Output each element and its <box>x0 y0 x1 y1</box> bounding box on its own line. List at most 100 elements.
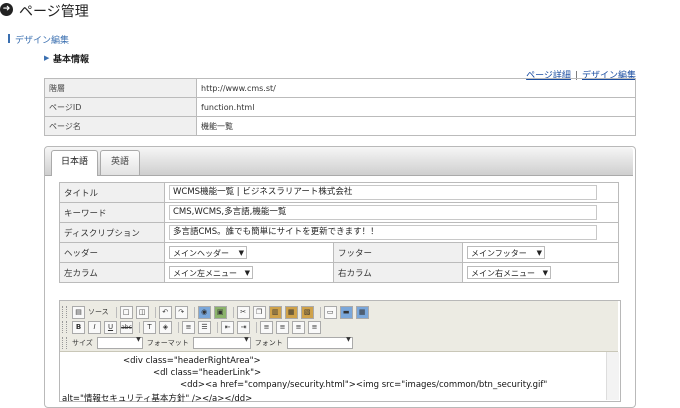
chevron-down-icon: ▼ <box>238 249 244 257</box>
bulleted-list-icon[interactable]: ☰ <box>198 320 211 334</box>
text-color-icon[interactable]: T <box>143 320 156 334</box>
bold-icon[interactable]: B <box>72 320 85 334</box>
page-name-value: 機能一覧 <box>196 116 636 136</box>
chevron-down-icon: ▼ <box>542 269 548 277</box>
table-row: ページ名 機能一覧 <box>44 116 636 136</box>
show-blocks-icon[interactable]: ▬ <box>339 305 353 319</box>
toolbar-divider <box>319 306 321 318</box>
page-settings-form: タイトル WCMS機能一覧 | ビジネスラリアート株式会社 キーワード CMS,… <box>59 182 619 283</box>
paste-icon[interactable]: ▥ <box>268 305 282 319</box>
image-icon[interactable]: ▣ <box>213 305 227 319</box>
outdent-icon[interactable]: ⇤ <box>221 320 234 334</box>
indent-icon[interactable]: ⇥ <box>237 320 250 334</box>
align-right-icon[interactable]: ≡ <box>292 320 305 334</box>
align-left-icon[interactable]: ≡ <box>260 320 273 334</box>
toolbar-divider <box>193 306 195 318</box>
size-label: サイズ <box>72 339 93 347</box>
toolbar-grip[interactable] <box>62 306 67 318</box>
toolbar-divider <box>178 321 179 333</box>
chevron-down-icon: ▼ <box>244 336 249 343</box>
tab-english[interactable]: 英語 <box>100 150 140 175</box>
format-select[interactable]: ▼ <box>192 336 251 349</box>
page-id-value: function.html <box>196 97 636 117</box>
toolbar-divider <box>232 306 234 318</box>
page-name-label: ページ名 <box>44 116 197 136</box>
left-column-label: 左カラム <box>59 262 165 283</box>
format-label: フォーマット <box>146 339 189 347</box>
table-row: 階層 http://www.cms.st/ <box>44 78 636 98</box>
undo-icon[interactable]: ↶ <box>158 305 172 319</box>
toolbar-divider <box>217 321 218 333</box>
right-column-select-value: メイン右メニュー <box>471 269 535 278</box>
code-line: <div class="headerRightArea"> <box>123 356 261 366</box>
subsection-title: 基本情報 <box>53 55 90 65</box>
toolbar-row: ▤ ソース □ ◫ ↶ ↷ ◉ ▣ ✂ ❐ ▥ ▦ ▧ ▭ ▬ ▦ <box>72 305 372 319</box>
description-label: ディスクリプション <box>59 222 165 243</box>
tab-japanese[interactable]: 日本語 <box>51 150 98 176</box>
copy-icon[interactable]: ❐ <box>252 305 266 319</box>
toolbar-divider <box>139 321 140 333</box>
chevron-down-icon: ▼ <box>346 336 351 343</box>
chevron-down-icon: ▼ <box>244 269 250 277</box>
new-page-icon[interactable]: □ <box>119 305 133 319</box>
strikethrough-icon[interactable]: abc <box>120 320 133 334</box>
code-line: <dl class="headerLink"> <box>153 368 262 378</box>
maximize-icon[interactable]: ▭ <box>323 305 337 319</box>
section-title: デザイン編集 <box>15 36 70 46</box>
underline-icon[interactable]: U <box>104 320 117 334</box>
table-row: ディスクリプション 多言語CMS。誰でも簡単にサイトを更新できます！！ <box>59 222 619 243</box>
page-info-table: 階層 http://www.cms.st/ ページID function.htm… <box>44 78 636 136</box>
keyword-label: キーワード <box>59 202 165 223</box>
table-row: 左カラム メイン左メニュー ▼ 右カラム メイン右メニュー ▼ <box>59 262 619 283</box>
hierarchy-value: http://www.cms.st/ <box>196 78 636 98</box>
align-center-icon[interactable]: ≡ <box>276 320 289 334</box>
code-line: alt="情報セキュリティ基本方針" /></a></dd> <box>62 394 253 404</box>
section-marker <box>8 34 10 43</box>
title-label: タイトル <box>59 182 165 203</box>
editor-scrollbar[interactable] <box>606 352 619 400</box>
table-row: ヘッダー メインヘッダー ▼ フッター メインフッター ▼ <box>59 242 619 263</box>
chevron-down-icon: ▼ <box>536 249 542 257</box>
header-select[interactable]: メインヘッダー ▼ <box>169 246 247 259</box>
font-select[interactable]: ▼ <box>286 336 353 349</box>
triangle-right-icon: ▶ <box>44 54 50 62</box>
font-label: フォント <box>254 339 283 347</box>
toolbar-row: サイズ ▼ フォーマット ▼ フォント ▼ <box>72 336 357 350</box>
toolbar-grip[interactable] <box>62 321 67 333</box>
toolbar-divider <box>115 306 117 318</box>
size-select[interactable]: ▼ <box>96 336 143 349</box>
chevron-down-icon: ▼ <box>136 336 141 343</box>
table-row: キーワード CMS,WCMS,多言語,機能一覧 <box>59 202 619 223</box>
toolbar-divider <box>256 321 257 333</box>
numbered-list-icon[interactable]: ≡ <box>182 320 195 334</box>
keyword-input[interactable]: CMS,WCMS,多言語,機能一覧 <box>169 205 597 220</box>
source-button[interactable]: ソース <box>88 307 109 317</box>
redo-icon[interactable]: ↷ <box>174 305 188 319</box>
preview-icon[interactable]: ◫ <box>135 305 149 319</box>
paste-text-icon[interactable]: ▦ <box>284 305 298 319</box>
paste-word-icon[interactable]: ▧ <box>300 305 314 319</box>
table-row: タイトル WCMS機能一覧 | ビジネスラリアート株式会社 <box>59 182 619 203</box>
table-icon[interactable]: ▦ <box>355 305 369 319</box>
footer-label: フッター <box>333 242 463 263</box>
background-color-icon[interactable]: ◈ <box>159 320 172 334</box>
header-label: ヘッダー <box>59 242 165 263</box>
italic-icon[interactable]: I <box>88 320 101 334</box>
right-column-label: 右カラム <box>333 262 463 283</box>
title-input[interactable]: WCMS機能一覧 | ビジネスラリアート株式会社 <box>169 185 597 200</box>
description-input[interactable]: 多言語CMS。誰でも簡単にサイトを更新できます！！ <box>169 225 597 240</box>
align-justify-icon[interactable]: ≡ <box>308 320 321 334</box>
right-column-select[interactable]: メイン右メニュー ▼ <box>467 266 551 279</box>
toolbar-grip[interactable] <box>62 337 67 349</box>
toolbar-divider <box>154 306 156 318</box>
footer-select[interactable]: メインフッター ▼ <box>467 246 545 259</box>
left-column-select[interactable]: メイン左メニュー ▼ <box>169 266 253 279</box>
code-line: <dd><a href="company/security.html"><img… <box>180 380 548 390</box>
footer-select-value: メインフッター <box>471 249 527 258</box>
source-icon[interactable]: ▤ <box>72 305 85 319</box>
cut-icon[interactable]: ✂ <box>236 305 250 319</box>
left-column-select-value: メイン左メニュー <box>173 269 237 278</box>
link-icon[interactable]: ◉ <box>197 305 211 319</box>
toolbar-row: B I U abc T ◈ ≡ ☰ ⇤ ⇥ ≡ ≡ ≡ ≡ <box>72 320 324 334</box>
hierarchy-label: 階層 <box>44 78 197 98</box>
